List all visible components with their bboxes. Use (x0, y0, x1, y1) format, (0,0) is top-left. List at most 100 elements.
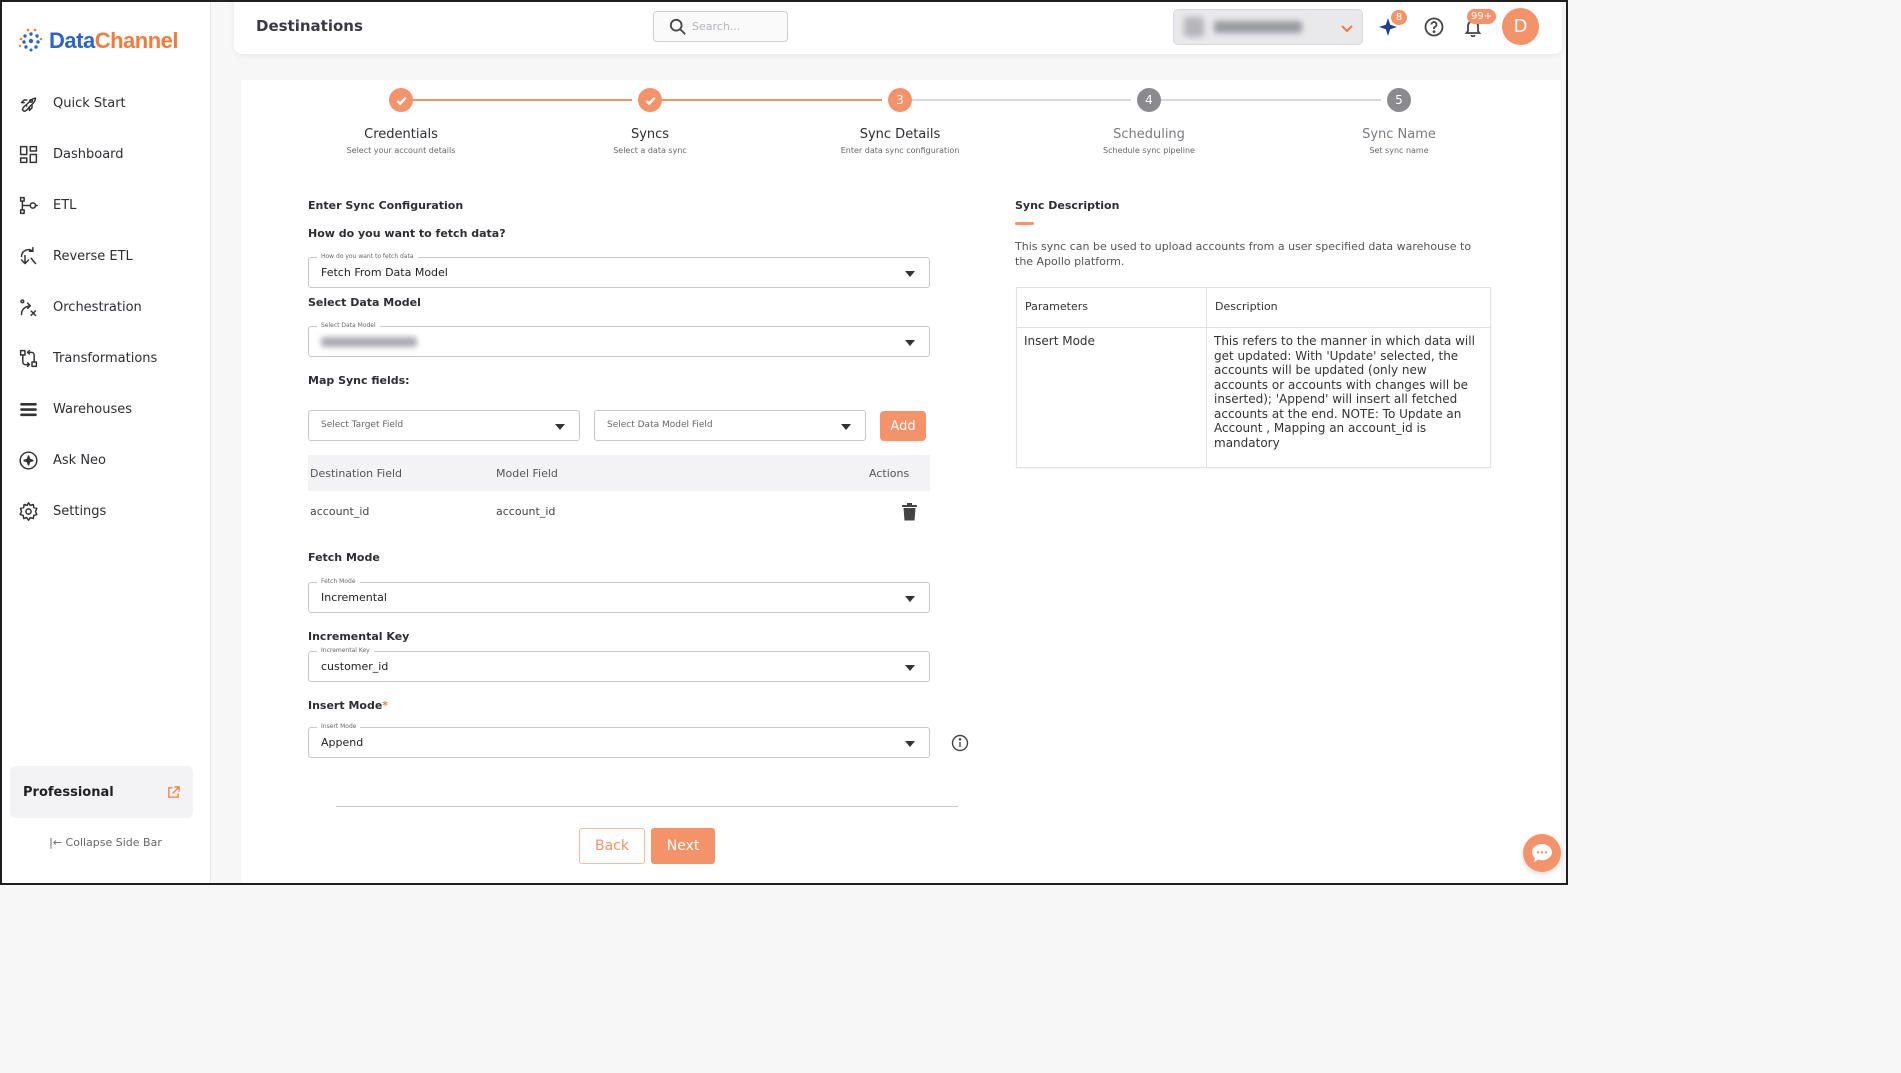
sidebar-item-dashboard[interactable]: Dashboard (0, 129, 211, 180)
step-subtitle: Select your account details (346, 146, 456, 155)
selected-value: Fetch From Data Model (321, 266, 448, 279)
sidebar-item-label: Orchestration (53, 300, 142, 315)
back-button[interactable]: Back (579, 828, 645, 864)
sidebar-item-label: Warehouses (53, 402, 133, 417)
search-input[interactable] (692, 20, 782, 33)
sparkle-icon (17, 450, 39, 472)
placeholder-text: Select Data Model Field (607, 420, 713, 430)
datachannel-logo-icon (18, 28, 43, 52)
sidebar-item-transformations[interactable]: Transformations (0, 333, 211, 384)
column-parameters: Parameters (1016, 287, 1207, 328)
brand-logo[interactable]: DataChannel (16, 26, 178, 56)
help-button[interactable] (1423, 16, 1445, 38)
sidebar-item-reverse-etl[interactable]: Reverse ETL (0, 231, 211, 282)
field-float-label: Incremental Key (317, 646, 374, 655)
next-button[interactable]: Next (651, 828, 715, 864)
incremental-key-select[interactable]: Incremental Key customer_id (308, 646, 930, 682)
description-text: This sync can be used to upload accounts… (1015, 240, 1472, 268)
workspace-name-redacted (1214, 21, 1302, 33)
chat-support-button[interactable] (1523, 834, 1561, 872)
step-indicator: 4 (1137, 88, 1161, 112)
sidebar-item-label: Reverse ETL (53, 249, 133, 264)
step-title: Sync Details (859, 127, 941, 142)
description-title: Sync Description (1015, 199, 1120, 212)
target-field-select[interactable]: Select Target Field (308, 410, 580, 441)
caret-down-icon (905, 741, 915, 747)
step-syncs[interactable]: Syncs Select a data sync (560, 88, 740, 155)
data-model-label: Select Data Model (308, 296, 421, 309)
selected-value: customer_id (321, 660, 389, 673)
parameters-table: Parameters Description Insert Mode This … (1016, 287, 1491, 468)
sidebar-item-label: ETL (53, 198, 77, 213)
brand-name: DataChannel (49, 28, 178, 53)
model-field-select[interactable]: Select Data Model Field (594, 410, 866, 441)
sidebar-item-label: Dashboard (53, 147, 124, 162)
table-row: Insert Mode This refers to the manner in… (1016, 327, 1491, 468)
add-mapping-button[interactable]: Add (880, 411, 926, 441)
chevron-down-icon (1341, 25, 1353, 33)
sidebar-item-ask-neo[interactable]: Ask Neo (0, 435, 211, 486)
step-sync-details[interactable]: 3 Sync Details Enter data sync configura… (810, 88, 990, 155)
sidebar-item-label: Quick Start (53, 96, 126, 111)
rocket-icon (17, 93, 39, 115)
field-float-label: Fetch Mode (317, 577, 360, 586)
field-float-label: Insert Mode (317, 722, 361, 731)
sidebar-nav: Quick Start Dashboard ETL Reverse ETL Or… (0, 78, 211, 537)
page-title: Destinations (256, 17, 363, 35)
column-actions: Actions (869, 467, 910, 480)
orchestration-icon (17, 297, 39, 319)
incremental-key-label: Incremental Key (308, 630, 410, 643)
map-fields-label: Map Sync fields: (308, 374, 410, 387)
trash-icon[interactable] (902, 503, 917, 521)
title-underline (1015, 222, 1034, 225)
parameter-cell: Insert Mode (1016, 327, 1207, 468)
step-subtitle: Enter data sync configuration (840, 146, 960, 155)
data-model-value-redacted (321, 337, 417, 347)
fetch-mode-select[interactable]: Fetch Mode Incremental (308, 577, 930, 613)
sidebar-item-label: Settings (53, 504, 107, 519)
step-title: Scheduling (1113, 127, 1185, 142)
search-box[interactable] (653, 11, 788, 42)
workspace-selector[interactable] (1173, 9, 1363, 45)
sidebar-item-orchestration[interactable]: Orchestration (0, 282, 211, 333)
dashboard-grid-icon (17, 144, 39, 166)
sidebar-item-settings[interactable]: Settings (0, 486, 211, 537)
stepper: Credentials Select your account details … (241, 80, 1561, 170)
step-subtitle: Schedule sync pipeline (1103, 146, 1195, 155)
insert-mode-select[interactable]: Insert Mode Append (308, 722, 930, 758)
step-subtitle: Select a data sync (613, 146, 687, 155)
plan-card[interactable]: Professional (10, 766, 193, 818)
table-header: Destination Field Model Field Actions (308, 455, 930, 491)
main-content: Credentials Select your account details … (241, 80, 1561, 885)
destination-field-cell: account_id (310, 505, 370, 518)
external-link-icon[interactable] (167, 785, 180, 799)
step-indicator: 5 (1387, 88, 1411, 112)
field-float-label: How do you want to fetch data (317, 252, 418, 261)
step-credentials[interactable]: Credentials Select your account details (311, 88, 491, 155)
step-sync-name[interactable]: 5 Sync Name Set sync name (1309, 88, 1489, 155)
sidebar-item-etl[interactable]: ETL (0, 180, 211, 231)
step-indicator (389, 88, 413, 112)
caret-down-icon (905, 340, 915, 346)
step-title: Credentials (364, 127, 438, 142)
sidebar-item-quick-start[interactable]: Quick Start (0, 78, 211, 129)
etl-pipeline-icon (17, 195, 39, 217)
model-field-cell: account_id (496, 505, 556, 518)
ai-badge: 8 (1391, 10, 1407, 25)
sidebar-item-label: Transformations (53, 351, 158, 366)
sidebar-item-warehouses[interactable]: Warehouses (0, 384, 211, 435)
avatar[interactable]: D (1502, 8, 1539, 45)
selected-value: Incremental (321, 591, 387, 604)
caret-down-icon (841, 424, 851, 430)
workspace-avatar-redacted (1184, 17, 1204, 37)
field-float-label: Select Data Model (317, 321, 380, 330)
data-model-select[interactable]: Select Data Model (308, 321, 930, 357)
help-circle-icon (1424, 17, 1444, 37)
collapse-sidebar-button[interactable]: |← Collapse Side Bar (0, 836, 211, 849)
sidebar: DataChannel Quick Start Dashboard ETL Re… (0, 0, 211, 885)
caret-down-icon (555, 424, 565, 430)
info-icon[interactable] (951, 734, 969, 752)
notifications-badge: 99+ (1467, 9, 1497, 24)
fetch-method-select[interactable]: How do you want to fetch data Fetch From… (308, 252, 930, 288)
step-scheduling[interactable]: 4 Scheduling Schedule sync pipeline (1059, 88, 1239, 155)
